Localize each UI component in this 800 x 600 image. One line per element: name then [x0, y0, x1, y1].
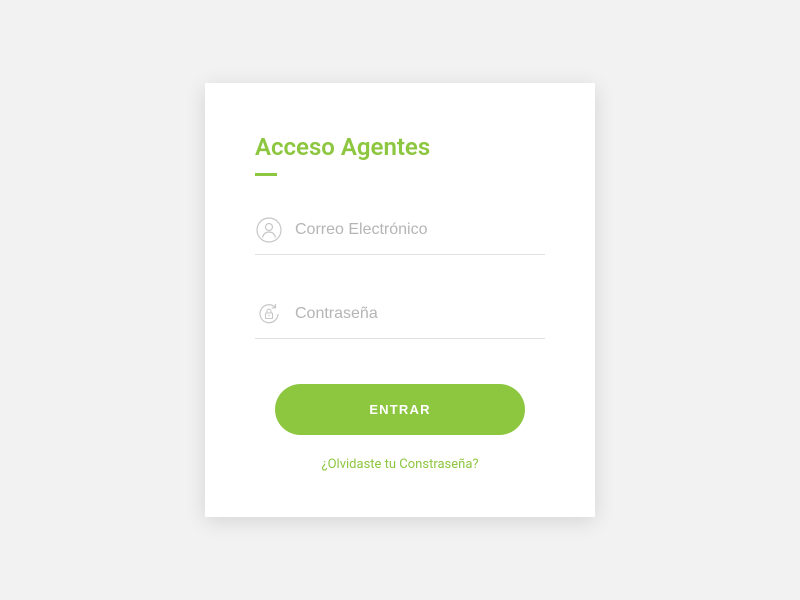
- email-input[interactable]: [295, 221, 545, 239]
- login-card: Acceso Agentes ENTRAR ¿Olvidaste tu Cons…: [205, 83, 595, 517]
- password-input[interactable]: [295, 305, 545, 323]
- user-icon: [255, 216, 283, 244]
- forgot-password-link[interactable]: ¿Olvidaste tu Constraseña?: [321, 457, 478, 472]
- title-underline: [255, 173, 277, 176]
- password-field-row: [255, 300, 545, 339]
- page-title: Acceso Agentes: [255, 133, 545, 161]
- lock-refresh-icon: [255, 300, 283, 328]
- forgot-password-row: ¿Olvidaste tu Constraseña?: [255, 457, 545, 472]
- submit-button[interactable]: ENTRAR: [275, 384, 525, 435]
- email-field-row: [255, 216, 545, 255]
